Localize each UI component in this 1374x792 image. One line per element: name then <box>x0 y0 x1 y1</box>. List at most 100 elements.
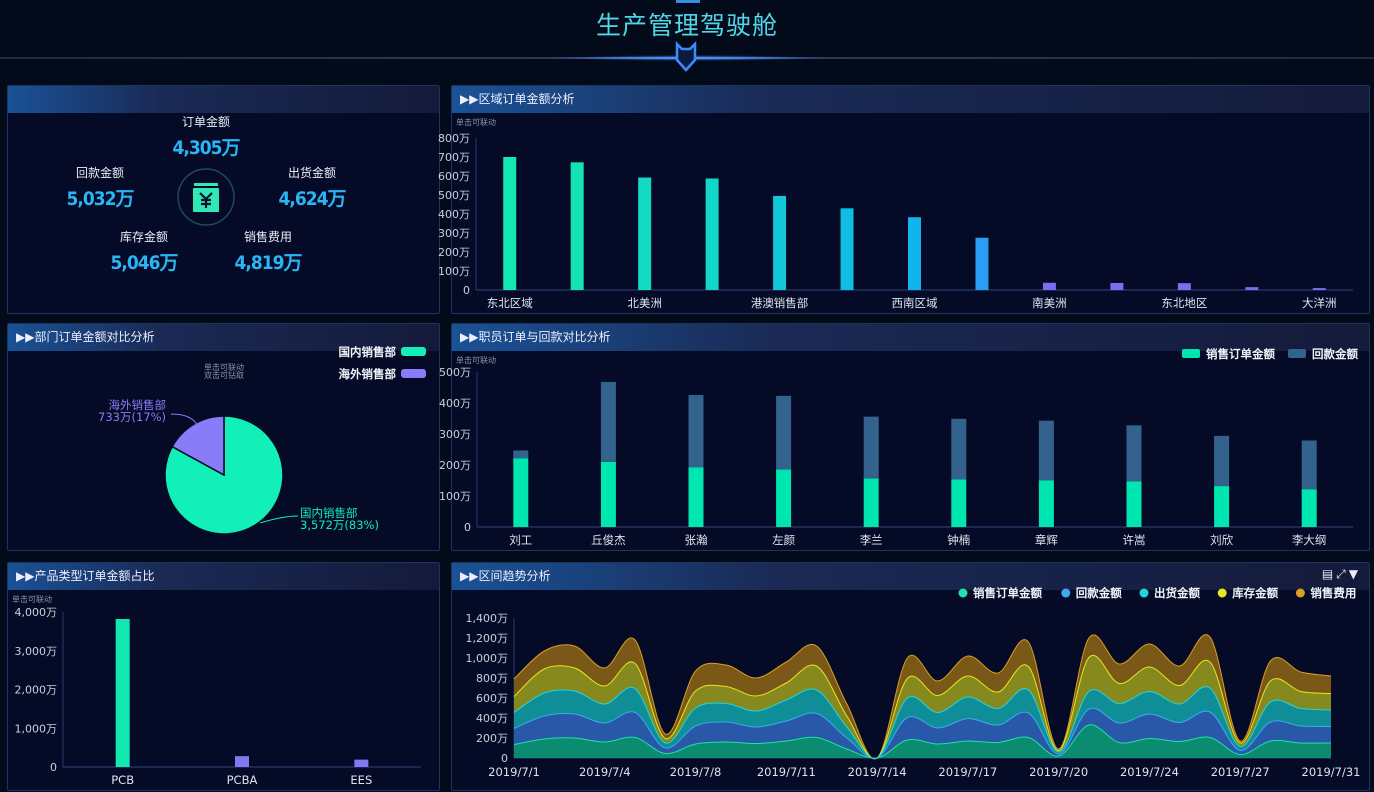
x-tick-label: 刘工 <box>509 533 532 547</box>
region-order-panel: ▶▶区域订单金额分析 单击可联动 0 100万 200万 300万 400万 500万 600… <box>438 85 1371 315</box>
x-tick-label: 左颜 <box>772 533 795 547</box>
y-tick-label: 600万 <box>476 692 508 705</box>
legend-label[interactable]: 回款金额 <box>1076 586 1122 600</box>
bar[interactable] <box>354 759 369 767</box>
bar[interactable] <box>1312 288 1326 290</box>
yen-wallet-icon <box>177 168 235 226</box>
bar-payment[interactable] <box>1038 420 1054 481</box>
product-bar-chart[interactable]: 单击可联动 0 1,000万 2,000万 3,000万 4,000万 PCB PCBA EES <box>8 563 441 792</box>
y-tick-label: 500万 <box>438 189 470 202</box>
dept-pie-chart[interactable]: 单击可联动双击可钻取国内销售部3,572万(83%)海外销售部733万(17%)… <box>8 324 441 552</box>
legend-swatch <box>1182 349 1200 358</box>
legend-dot <box>1295 588 1305 598</box>
chart-hint: 双击可钻取 <box>204 370 244 380</box>
bar[interactable] <box>1110 282 1124 290</box>
bar[interactable] <box>705 178 719 290</box>
legend-label[interactable]: 出货金额 <box>1154 586 1200 600</box>
bar-order[interactable] <box>863 478 879 527</box>
y-tick-label: 200万 <box>438 246 470 259</box>
bar[interactable] <box>840 208 854 290</box>
y-tick-label: 300万 <box>438 227 470 240</box>
bar[interactable] <box>1245 287 1259 290</box>
legend-label[interactable]: 销售费用 <box>1310 586 1356 600</box>
bar-order[interactable] <box>951 479 967 527</box>
y-tick-label: 0 <box>501 752 508 765</box>
bar-payment[interactable] <box>863 416 879 479</box>
y-tick-label: 600万 <box>438 170 470 183</box>
bar[interactable] <box>773 195 787 290</box>
x-tick-label: 港澳销售部 <box>751 296 809 310</box>
kpi-expense-value: 4,819万 <box>234 252 302 274</box>
bar[interactable] <box>503 157 517 290</box>
region-bar-chart[interactable]: 单击可联动 0 100万 200万 300万 400万 500万 600万 700万 800万东北… <box>438 86 1371 315</box>
legend-dot <box>1061 588 1071 598</box>
bar[interactable] <box>1042 282 1056 290</box>
bar-order[interactable] <box>1301 489 1317 527</box>
bar[interactable] <box>115 618 130 767</box>
kpi-order-label: 订单金额 <box>181 115 231 129</box>
x-tick-label: 东北地区 <box>1161 296 1207 310</box>
bar[interactable] <box>1177 283 1191 290</box>
legend-dot <box>958 588 968 598</box>
bar-payment[interactable] <box>513 450 529 459</box>
x-tick-label: 2019/7/1 <box>488 765 540 779</box>
y-tick-label: 800万 <box>438 132 470 145</box>
bar[interactable] <box>908 217 921 290</box>
x-tick-label: 南美洲 <box>1032 296 1067 310</box>
bar-order[interactable] <box>776 469 792 527</box>
legend-label[interactable]: 库存金额 <box>1232 586 1278 600</box>
y-tick-label: 400万 <box>476 712 508 725</box>
bar-order[interactable] <box>600 461 616 527</box>
bar-payment[interactable] <box>1301 440 1317 490</box>
x-tick-label: 2019/7/31 <box>1302 765 1361 779</box>
bar[interactable] <box>570 162 584 290</box>
staff-bar-chart[interactable]: 单击可联动 0 100万 200万 300万 400万 500万刘工 丘俊杰 张瀚 左颜 李兰 钟楠 章… <box>439 324 1371 552</box>
staff-order-panel: ▶▶职员订单与回款对比分析 单击可联动 0 100万 200万 300万 400万 500万… <box>439 323 1371 552</box>
bar[interactable] <box>638 177 652 290</box>
bar-order[interactable] <box>513 458 529 527</box>
y-tick-label: 1,200万 <box>466 632 509 645</box>
kpi-shipment-value: 4,624万 <box>278 188 346 210</box>
bar-payment[interactable] <box>776 395 792 470</box>
bar-order[interactable] <box>1214 486 1230 527</box>
y-tick-label: 700万 <box>438 151 470 164</box>
legend-label[interactable]: 海外销售部 <box>339 367 397 381</box>
x-tick-label: 许嵩 <box>1123 533 1146 547</box>
legend-label[interactable]: 销售订单金额 <box>1206 347 1275 361</box>
bar-payment[interactable] <box>951 418 967 480</box>
bar-payment[interactable] <box>688 394 704 468</box>
x-tick-label: 2019/7/8 <box>670 765 722 779</box>
y-tick-label: 400万 <box>438 208 470 221</box>
bar-order[interactable] <box>1126 481 1142 527</box>
bar-order[interactable] <box>1038 480 1054 528</box>
legend-label[interactable]: 回款金额 <box>1312 347 1358 361</box>
y-tick-label: 1,000万 <box>466 652 509 665</box>
bar-payment[interactable] <box>600 381 616 462</box>
product-type-panel: ▶▶产品类型订单金额占比 单击可联动 0 1,000万 2,000万 3,000万 4,0… <box>7 562 440 791</box>
bar[interactable] <box>235 756 249 767</box>
dept-order-panel: ▶▶部门订单金额对比分析 单击可联动 双击可钻取 国内销售部 3,572万(83%) 海… <box>7 323 440 551</box>
bar-order[interactable] <box>688 467 704 527</box>
x-tick-label: EES <box>350 773 372 787</box>
pie-label-value: 3,572万(83%) <box>300 518 379 532</box>
legend-label[interactable]: 国内销售部 <box>339 345 397 359</box>
x-tick-label: 钟楠 <box>947 533 970 547</box>
kpi-order-value: 4,305万 <box>172 137 240 159</box>
bar-payment[interactable] <box>1214 435 1230 487</box>
y-tick-label: 4,000万 <box>15 606 58 619</box>
y-tick-label: 200万 <box>439 459 471 472</box>
x-tick-label: 2019/7/24 <box>1120 765 1179 779</box>
legend-label[interactable]: 销售订单金额 <box>973 586 1042 600</box>
x-tick-label: 2019/7/20 <box>1029 765 1088 779</box>
x-tick-label: 2019/7/14 <box>848 765 907 779</box>
legend-swatch <box>1288 349 1306 358</box>
bar-payment[interactable] <box>1126 425 1142 482</box>
top-tab-indicator <box>676 0 700 3</box>
x-tick-label: 丘俊杰 <box>591 533 626 547</box>
y-tick-label: 800万 <box>476 672 508 685</box>
trend-area-chart[interactable]: 0 200万 400万 600万 800万 1,000万 1,200万 1,400万 2019/… <box>452 563 1371 792</box>
y-tick-label: 3,000万 <box>15 645 58 658</box>
bar[interactable] <box>975 237 989 290</box>
x-tick-label: PCB <box>111 773 134 787</box>
x-tick-label: 2019/7/4 <box>579 765 631 779</box>
